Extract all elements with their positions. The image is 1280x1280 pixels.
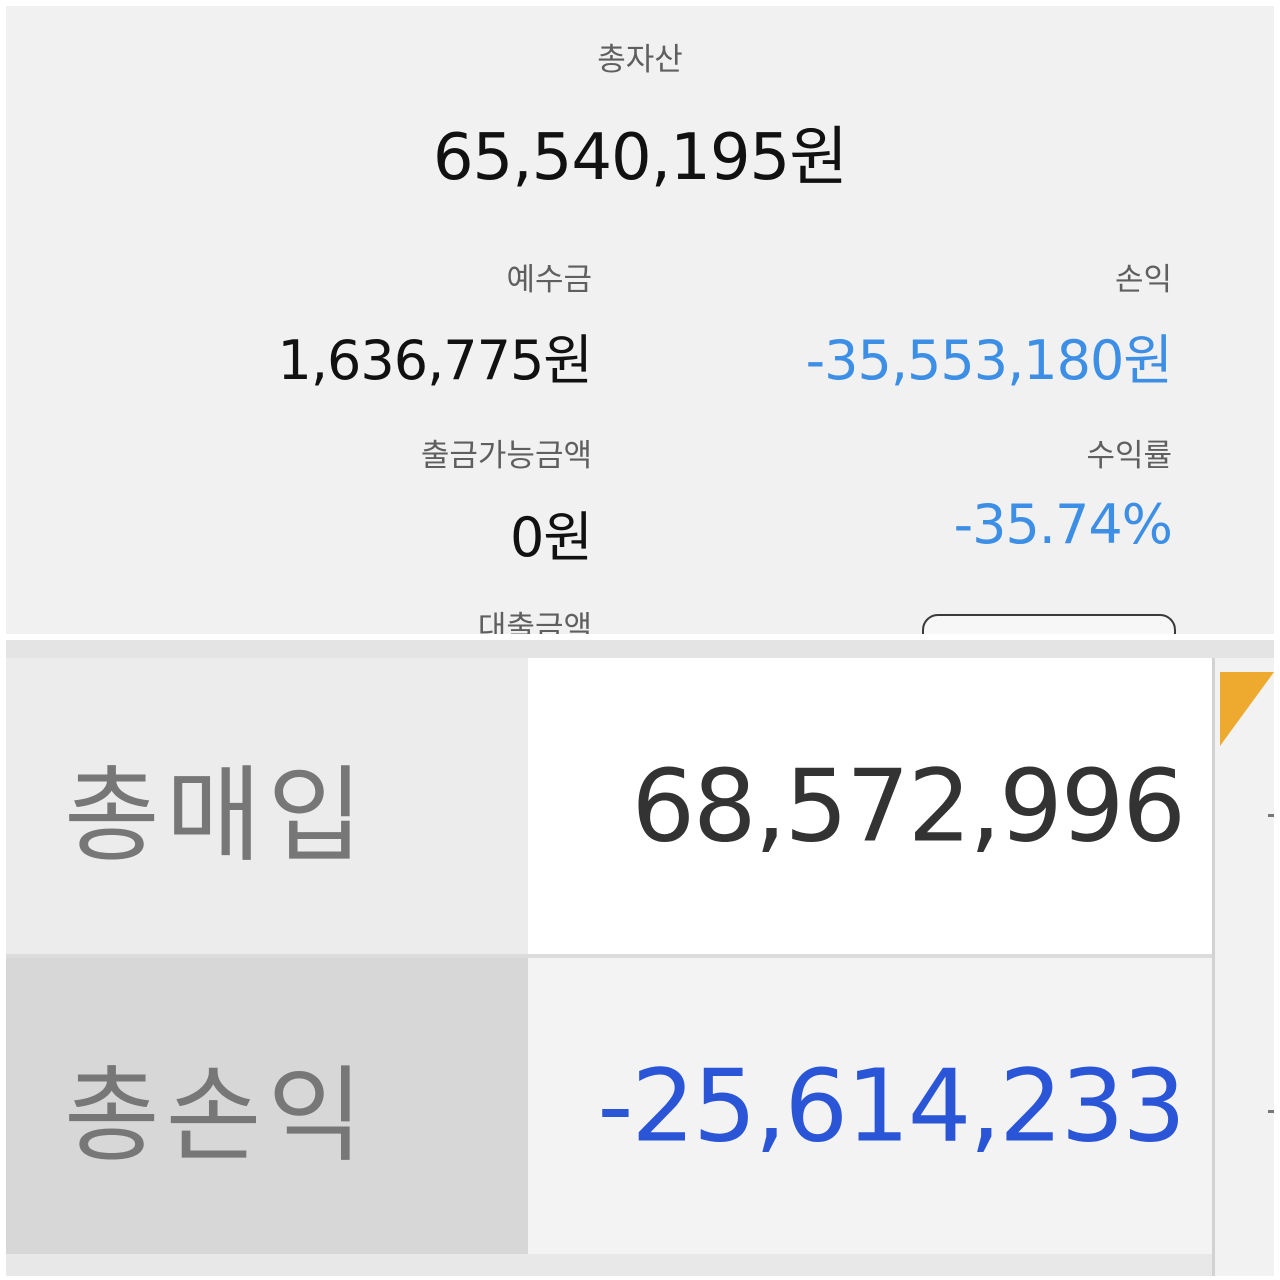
totals-table-panel: 총매입 68,572,996 총손익 -25,614,233 xyxy=(6,640,1274,1276)
deposit-label: 예수금 xyxy=(506,262,592,298)
total-profit-loss-value: -25,614,233 xyxy=(597,1047,1186,1165)
total-purchase-label: 총매입 xyxy=(64,754,370,877)
withdrawable-value: 0원 xyxy=(509,506,593,569)
return-rate-label: 수익률 xyxy=(1086,438,1172,474)
table-top-border xyxy=(6,640,1274,658)
corner-flag-icon xyxy=(1220,672,1274,746)
account-summary-panel: 총자산 65,540,195원 예수금 1,636,775원 손익 -35,55… xyxy=(6,6,1274,634)
table-row-total-purchase: 총매입 68,572,996 xyxy=(6,658,1212,954)
total-assets-label: 총자산 xyxy=(597,42,683,78)
deposit-value: 1,636,775원 xyxy=(277,329,593,392)
total-purchase-value: 68,572,996 xyxy=(631,747,1186,865)
outline-action-button[interactable] xyxy=(922,614,1176,634)
profit-loss-value: -35,553,180원 xyxy=(805,329,1173,392)
label-cell: 총매입 xyxy=(6,658,528,954)
label-cell: 총손익 xyxy=(6,958,528,1254)
loan-amount-label: 대출금액 xyxy=(477,610,592,634)
withdrawable-label: 출금가능금액 xyxy=(420,438,592,474)
value-cell: 68,572,996 xyxy=(528,658,1212,954)
total-assets-value: 65,540,195원 xyxy=(432,121,848,195)
return-rate-value: -35.74% xyxy=(953,493,1173,556)
adjacent-column-strip xyxy=(1212,658,1274,1276)
screenshot-collage: 총자산 65,540,195원 예수금 1,636,775원 손익 -35,55… xyxy=(0,0,1280,1280)
table-row-total-profit-loss: 총손익 -25,614,233 xyxy=(6,958,1212,1254)
total-profit-loss-label: 총손익 xyxy=(64,1054,370,1177)
minus-sign-fragment xyxy=(1268,814,1274,817)
profit-loss-label: 손익 xyxy=(1114,262,1172,298)
value-cell: -25,614,233 xyxy=(528,958,1212,1254)
minus-sign-fragment xyxy=(1268,1110,1274,1113)
